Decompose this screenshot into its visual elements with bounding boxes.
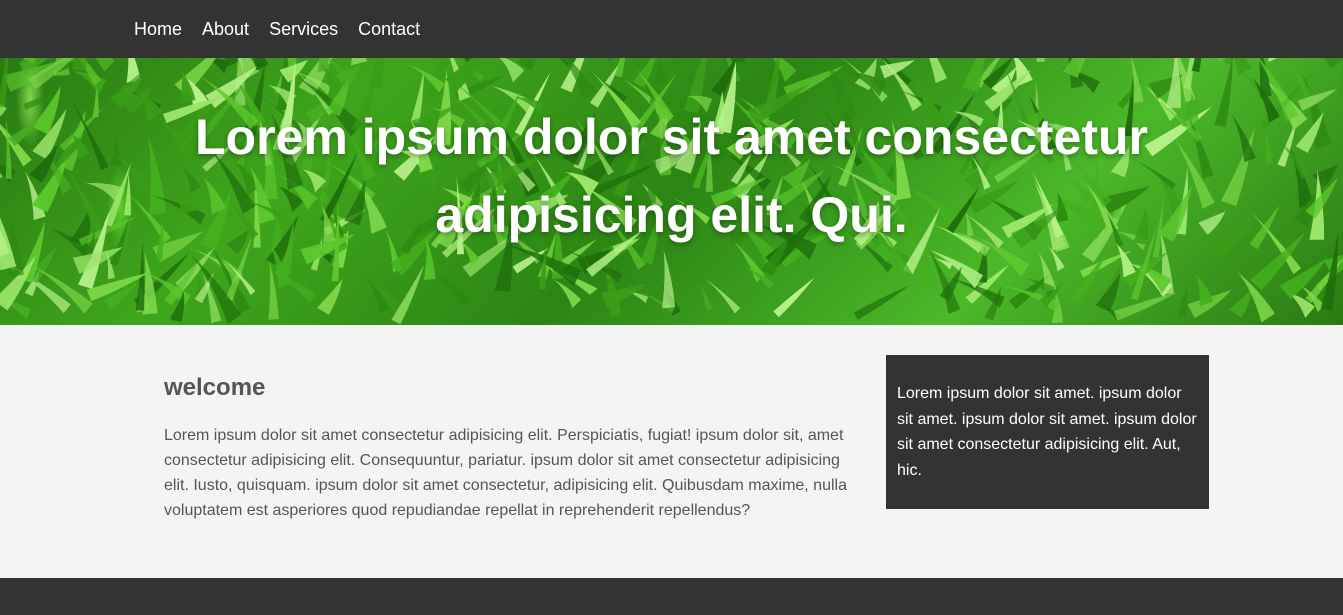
- grass-blade: [632, 58, 656, 88]
- grass-blade: [1221, 128, 1255, 207]
- grass-blade: [1324, 58, 1343, 69]
- grass-blade: [0, 58, 8, 107]
- grass-blade: [1292, 58, 1302, 61]
- grass-blade: [317, 278, 343, 315]
- grass-blade: [1228, 288, 1252, 318]
- grass-blade: [654, 58, 666, 83]
- nav-link-services[interactable]: Services: [269, 19, 338, 39]
- grass-blade: [1113, 292, 1178, 321]
- grass-blade: [698, 281, 713, 311]
- grass-blade: [110, 134, 122, 166]
- grass-blade: [1264, 125, 1273, 165]
- nav-link-contact[interactable]: Contact: [358, 19, 420, 39]
- grass-blade: [607, 58, 615, 62]
- grass-blade: [1212, 222, 1255, 257]
- grass-blade: [929, 58, 947, 84]
- sidebar-box: Lorem ipsum dolor sit amet. ipsum dolor …: [886, 355, 1209, 509]
- welcome-heading: welcome: [164, 374, 266, 401]
- nav-menu: Home About Services Contact: [134, 0, 440, 58]
- sidebar-text: Lorem ipsum dolor sit amet. ipsum dolor …: [897, 385, 1197, 479]
- grass-blade: [1036, 58, 1045, 62]
- grass-blade: [773, 277, 815, 318]
- grass-blade: [1095, 272, 1121, 312]
- hero-banner: Lorem ipsum dolor sit amet consectetur a…: [0, 58, 1343, 325]
- top-navbar: Home About Services Contact: [0, 0, 1343, 58]
- grass-blade: [432, 273, 471, 308]
- grass-blade: [662, 250, 676, 309]
- grass-blade: [350, 58, 367, 66]
- grass-blade: [154, 58, 166, 65]
- grass-blade: [1336, 58, 1343, 98]
- grass-blade: [1063, 58, 1086, 78]
- page-footer: [0, 578, 1343, 615]
- grass-blade: [853, 285, 910, 320]
- hero-title: Lorem ipsum dolor sit amet consectetur a…: [195, 109, 1148, 243]
- welcome-section: welcome Lorem ipsum dolor sit amet conse…: [164, 355, 854, 523]
- grass-blade: [5, 117, 12, 179]
- grass-blade: [391, 264, 425, 325]
- nav-link-about[interactable]: About: [202, 19, 249, 39]
- welcome-paragraph: Lorem ipsum dolor sit amet consectetur a…: [164, 427, 847, 519]
- grass-blade: [1217, 58, 1225, 63]
- nav-link-home[interactable]: Home: [134, 19, 182, 39]
- grass-blade: [1177, 283, 1188, 318]
- grass-blade: [1214, 58, 1233, 127]
- grass-blade: [8, 121, 39, 146]
